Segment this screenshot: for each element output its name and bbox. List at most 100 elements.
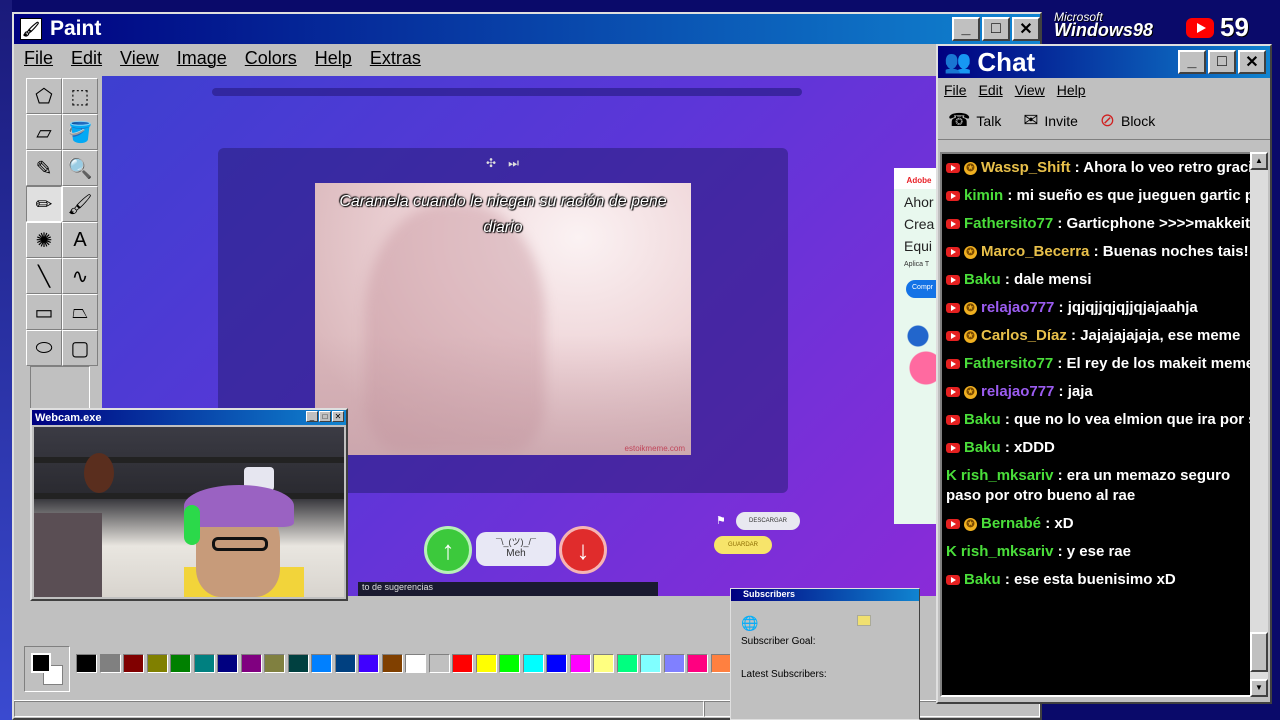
webcam-close-button[interactable]: ✕ (332, 411, 344, 422)
chat-username[interactable]: Carlos_Díaz (981, 327, 1067, 344)
skip-icon[interactable]: ⏭ (508, 156, 519, 171)
palette-swatch[interactable] (99, 654, 121, 673)
paint-titlebar[interactable]: 🖌 Paint _ □ ✕ (14, 14, 1040, 44)
chat-menu-view[interactable]: View (1015, 82, 1045, 98)
maximize-button[interactable]: □ (982, 17, 1010, 41)
webcam-minimize-button[interactable]: _ (306, 411, 318, 422)
menu-file[interactable]: File (24, 48, 53, 69)
palette-swatch[interactable] (311, 654, 332, 673)
menu-view[interactable]: View (120, 48, 159, 69)
curve-tool-icon[interactable]: ∿ (62, 258, 98, 294)
airbrush-tool-icon[interactable]: ✺ (26, 222, 62, 258)
ellipse-tool-icon[interactable]: ⬭ (26, 330, 62, 366)
chat-username[interactable]: Marco_Becerra (981, 243, 1089, 260)
block-button[interactable]: ⊘ Block (1100, 110, 1155, 131)
menu-image[interactable]: Image (177, 48, 227, 69)
chat-username[interactable]: Wassp_Shift (981, 159, 1070, 176)
chat-menu-file[interactable]: File (944, 82, 967, 98)
palette-swatch[interactable] (452, 654, 473, 673)
palette-swatch[interactable] (264, 654, 285, 673)
chat-username[interactable]: kimin (964, 187, 1003, 204)
polygon-tool-icon[interactable]: ⏢ (62, 294, 98, 330)
palette-swatch[interactable] (287, 654, 309, 673)
palette-swatch[interactable] (663, 654, 685, 673)
chat-close-button[interactable]: ✕ (1238, 50, 1266, 74)
palette-swatch[interactable] (217, 654, 238, 673)
chat-titlebar[interactable]: 👥 Chat _ □ ✕ (938, 46, 1270, 78)
close-button[interactable]: ✕ (1012, 17, 1040, 41)
palette-swatch[interactable] (240, 654, 262, 673)
palette-swatch[interactable] (616, 654, 638, 673)
meh-button[interactable]: ¯\_(ツ)_/¯ Meh (476, 532, 556, 566)
palette-swatch[interactable] (499, 654, 520, 673)
brush-tool-icon[interactable]: 🖌 (62, 186, 98, 222)
scroll-down-icon[interactable]: ▼ (1250, 679, 1268, 697)
chat-menu-edit[interactable]: Edit (979, 82, 1003, 98)
palette-swatch[interactable] (640, 654, 661, 673)
chat-username[interactable]: Baku (964, 411, 1001, 428)
chat-menu-help[interactable]: Help (1057, 82, 1086, 98)
chat-username[interactable]: Fathersito77 (964, 215, 1053, 232)
rect-select-tool-icon[interactable]: ⬚ (62, 78, 98, 114)
chat-minimize-button[interactable]: _ (1178, 50, 1206, 74)
palette-swatch[interactable] (193, 654, 215, 673)
palette-swatch[interactable] (358, 654, 379, 673)
chat-username[interactable]: Baku (964, 271, 1001, 288)
eraser-tool-icon[interactable]: ▱ (26, 114, 62, 150)
chat-username[interactable]: rish_mksariv (961, 467, 1054, 484)
palette-swatch[interactable] (170, 654, 191, 673)
current-colors[interactable] (24, 646, 70, 692)
download-button[interactable]: DESCARGAR (736, 512, 800, 530)
palette-swatch[interactable] (405, 654, 426, 673)
fill-tool-icon[interactable]: 🪣 (62, 114, 98, 150)
chat-username[interactable]: Fathersito77 (964, 355, 1053, 372)
webcam-maximize-button[interactable]: □ (319, 411, 331, 422)
chat-username[interactable]: Baku (964, 571, 1001, 588)
downvote-button[interactable]: ↓ (559, 526, 607, 574)
scroll-up-icon[interactable]: ▲ (1250, 152, 1268, 170)
palette-swatch[interactable] (334, 654, 356, 673)
magnifier-tool-icon[interactable]: 🔍 (62, 150, 98, 186)
text-tool-icon[interactable]: A (62, 222, 98, 258)
save-button[interactable]: GUARDAR (714, 536, 772, 554)
palette-swatch[interactable] (687, 654, 708, 673)
rounded-rect-tool-icon[interactable]: ▢ (62, 330, 98, 366)
palette-swatch[interactable] (593, 654, 614, 673)
chat-scrollbar[interactable]: ▲ ▼ (1250, 152, 1268, 697)
menu-help[interactable]: Help (315, 48, 352, 69)
folder-icon[interactable] (857, 615, 871, 626)
chat-maximize-button[interactable]: □ (1208, 50, 1236, 74)
palette-swatch[interactable] (428, 654, 450, 673)
chat-username[interactable]: relajao777 (981, 299, 1054, 316)
report-flag-icon[interactable]: ⚑ (716, 514, 726, 527)
palette-swatch[interactable] (522, 654, 544, 673)
rectangle-tool-icon[interactable]: ▭ (26, 294, 62, 330)
pencil-tool-icon[interactable]: ✏ (26, 186, 62, 222)
minimize-button[interactable]: _ (952, 17, 980, 41)
chat-username[interactable]: relajao777 (981, 383, 1054, 400)
line-tool-icon[interactable]: ╲ (26, 258, 62, 294)
palette-swatch[interactable] (146, 654, 168, 673)
palette-swatch[interactable] (123, 654, 144, 673)
chat-username[interactable]: Bernabé (981, 515, 1041, 532)
free-select-tool-icon[interactable]: ⬠ (26, 78, 62, 114)
chat-username[interactable]: rish_mksariv (961, 543, 1054, 560)
palette-swatch[interactable] (710, 654, 732, 673)
palette-swatch[interactable] (569, 654, 591, 673)
invite-button[interactable]: ✉ Invite (1023, 110, 1078, 131)
menu-edit[interactable]: Edit (71, 48, 102, 69)
palette-swatch[interactable] (381, 654, 403, 673)
shuffle-icon[interactable]: ✣ (486, 156, 496, 171)
talk-button[interactable]: ☎ Talk (948, 110, 1001, 131)
subscribers-title[interactable]: Subscribers (731, 589, 919, 601)
webcam-titlebar[interactable]: Webcam.exe (32, 410, 346, 425)
menu-extras[interactable]: Extras (370, 48, 421, 69)
chat-username[interactable]: Baku (964, 439, 1001, 456)
scroll-thumb[interactable] (1250, 632, 1268, 672)
palette-swatch[interactable] (546, 654, 567, 673)
palette-swatch[interactable] (76, 654, 97, 673)
upvote-button[interactable]: ↑ (424, 526, 472, 574)
menu-colors[interactable]: Colors (245, 48, 297, 69)
color-picker-tool-icon[interactable]: ✎ (26, 150, 62, 186)
palette-swatch[interactable] (475, 654, 497, 673)
